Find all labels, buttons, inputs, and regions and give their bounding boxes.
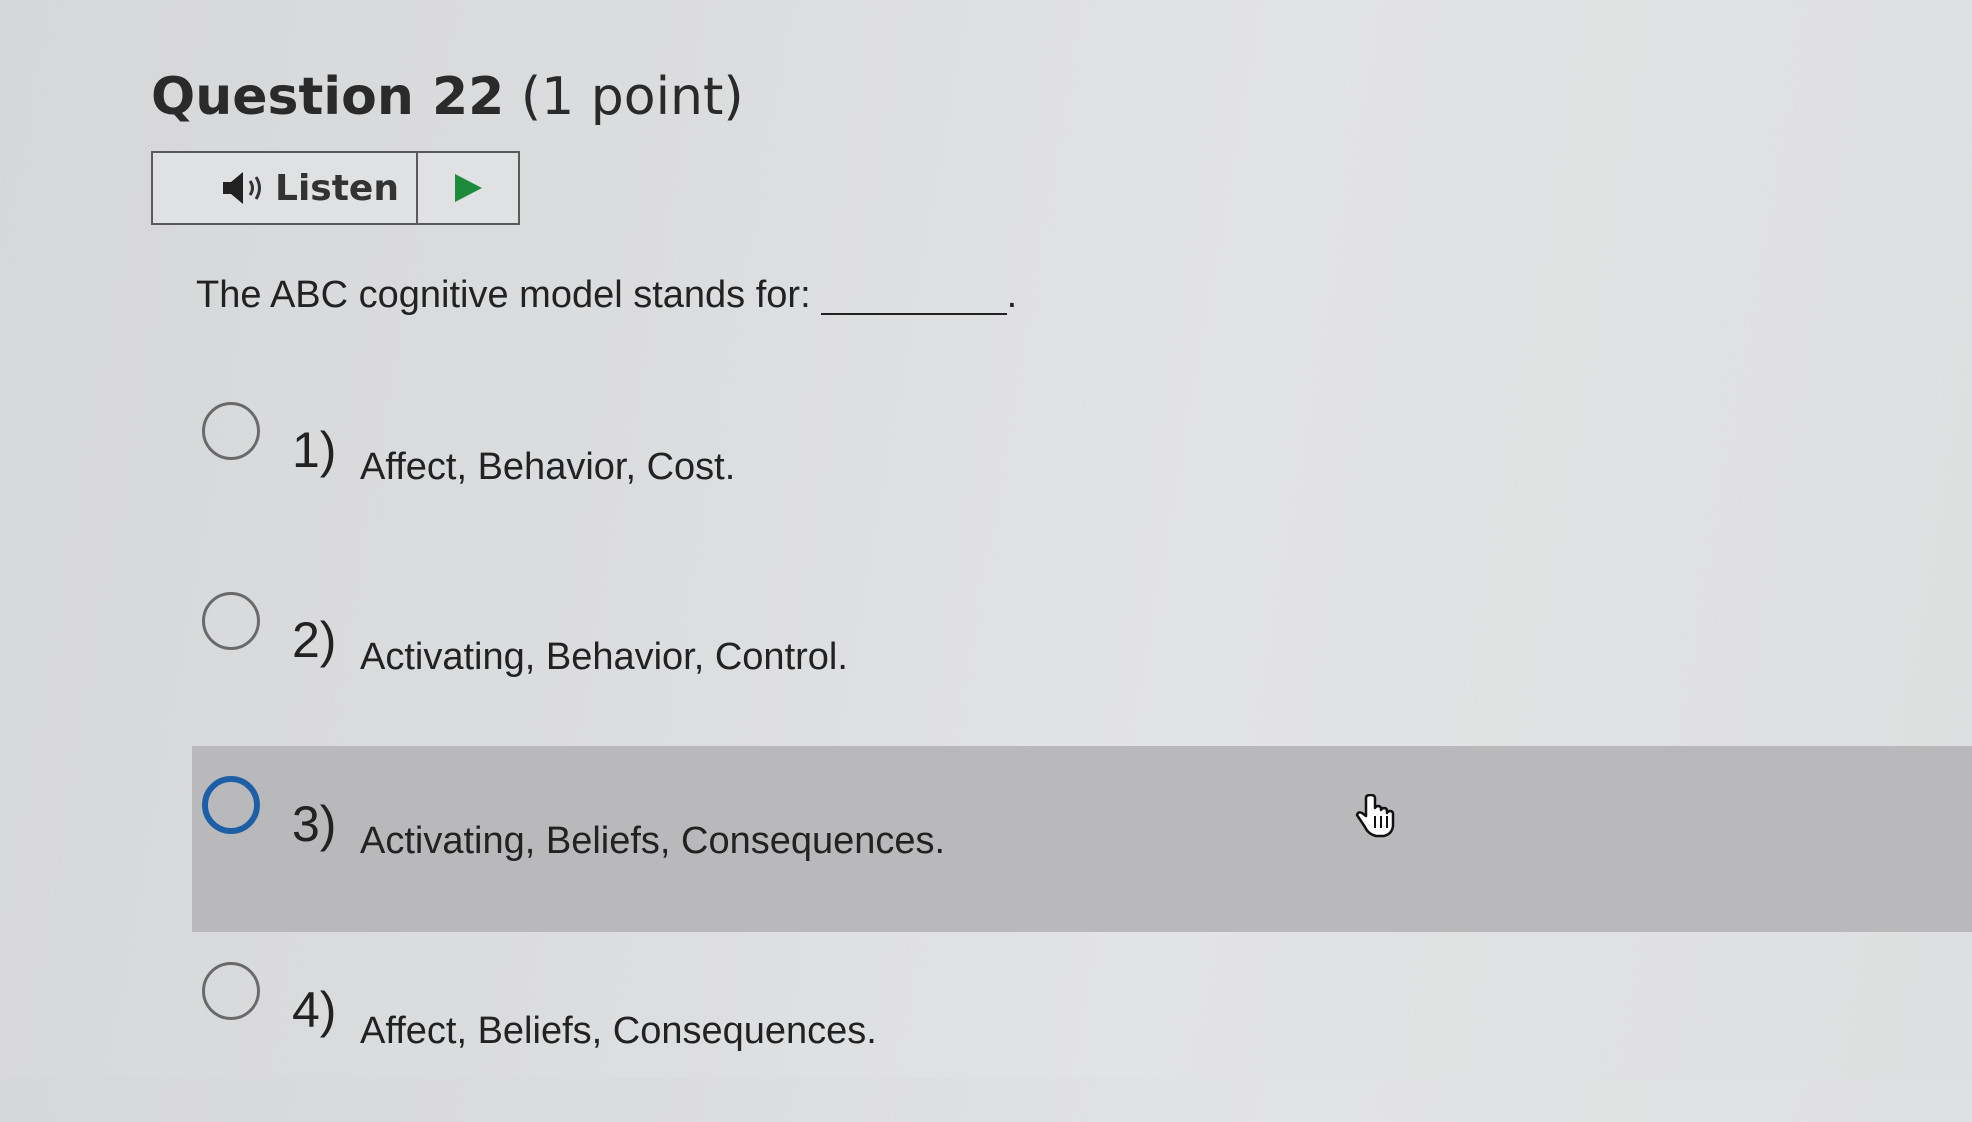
listen-widget: Listen bbox=[151, 151, 520, 225]
play-button[interactable] bbox=[418, 153, 518, 223]
listen-button[interactable]: Listen bbox=[153, 153, 418, 223]
speaker-icon bbox=[219, 168, 271, 208]
prompt-end-punct: . bbox=[1006, 274, 1018, 316]
answer-blank bbox=[820, 275, 1007, 315]
option-number: 2) bbox=[292, 612, 337, 668]
radio-option-3[interactable] bbox=[202, 776, 260, 834]
option-text: Affect, Beliefs, Consequences. bbox=[360, 1010, 877, 1052]
option-4[interactable]: 4) Affect, Beliefs, Consequences. bbox=[192, 936, 1972, 1122]
option-number: 1) bbox=[292, 422, 337, 478]
radio-option-2[interactable] bbox=[202, 592, 260, 650]
option-number: 4) bbox=[292, 982, 337, 1038]
question-title: Question 22 (1 point) bbox=[151, 62, 744, 132]
hand-pointer-icon bbox=[1352, 793, 1400, 842]
prompt-text: The ABC cognitive model stands for: bbox=[196, 274, 811, 316]
option-1[interactable]: 1) Affect, Behavior, Cost. bbox=[192, 380, 1972, 566]
question-number: Question 22 bbox=[151, 67, 505, 127]
option-text: Activating, Beliefs, Consequences. bbox=[360, 820, 946, 862]
radio-option-1[interactable] bbox=[202, 402, 260, 460]
play-icon bbox=[451, 171, 485, 205]
option-2[interactable]: 2) Activating, Behavior, Control. bbox=[192, 568, 1972, 754]
listen-label: Listen bbox=[275, 167, 399, 209]
option-text: Activating, Behavior, Control. bbox=[360, 636, 848, 678]
radio-option-4[interactable] bbox=[202, 962, 260, 1020]
question-prompt: The ABC cognitive model stands for:. bbox=[196, 270, 1017, 320]
option-3[interactable]: 3) Activating, Beliefs, Consequences. bbox=[192, 746, 1972, 932]
option-text: Affect, Behavior, Cost. bbox=[360, 446, 736, 488]
question-points: (1 point) bbox=[520, 67, 744, 127]
option-number: 3) bbox=[292, 796, 337, 852]
